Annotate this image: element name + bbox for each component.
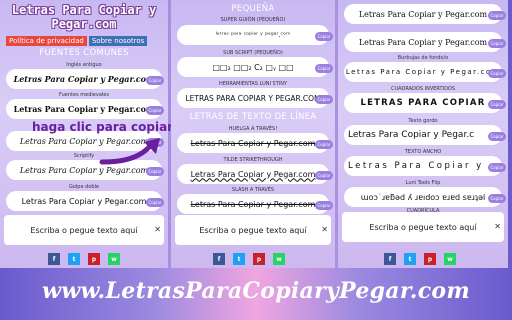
section-heading: FUENTES COMUNES [39, 48, 129, 58]
copy-button[interactable]: Copiar [146, 167, 164, 176]
font-card-bubbles[interactable]: Letras Para Copiar y Pegar.com [344, 62, 502, 82]
twitter-icon[interactable]: t [404, 253, 416, 265]
font-label: SLASH A TRAVÉS [231, 187, 275, 193]
screenshot-panel-left: Letras Para Copiar y Pegar.com Política … [0, 0, 168, 268]
nav-bar: Política de privacidad Sobre nosotros [6, 36, 148, 46]
section-heading: LETRAS DE TEXTO DE LÍNEA [189, 112, 317, 122]
font-label: Golpe doble [68, 184, 100, 190]
pinterest-icon[interactable]: p [88, 253, 100, 265]
font-card-fat-text[interactable]: Letras Para Copiar y Pegar.c [344, 125, 502, 145]
copy-button[interactable]: Copiar [315, 171, 333, 180]
font-card-serif[interactable]: Letras Para Copiar y Pegar.com [344, 4, 502, 24]
input-placeholder: Escriba o pegue texto aquí [199, 225, 307, 235]
font-label: SUPER GUIÓN (PEQUEÑO) [220, 17, 286, 23]
font-label: Luni Tools Flip [405, 180, 441, 186]
site-title-line2: Pegar.com [51, 17, 117, 31]
about-link[interactable]: Sobre nosotros [88, 36, 148, 46]
copy-button[interactable]: Copiar [315, 95, 333, 104]
copy-button[interactable]: Copiar [488, 163, 506, 172]
pinterest-icon[interactable]: p [253, 253, 265, 265]
copy-button[interactable]: Copiar [315, 32, 333, 41]
font-label: TILDE STRIKETHROUGH [223, 157, 283, 163]
text-input[interactable]: Escriba o pegue texto aquí ✕ [4, 215, 164, 245]
close-icon[interactable]: ✕ [321, 225, 328, 234]
font-card-flip[interactable]: ɯoɔ˙ɹɐƃǝd ʎ ɹɐıdoɔ ɐɹɐd sɐɹʇǝl [344, 187, 502, 207]
font-card-inverted-squares[interactable]: LETRAS PARA COPIAR [344, 93, 502, 113]
font-card-serif-2[interactable]: Letras Para Copiar y Pegar.com [344, 32, 502, 52]
facebook-icon[interactable]: f [213, 253, 225, 265]
input-placeholder: Escriba o pegue texto aquí [30, 225, 138, 235]
font-label: HERRAMIENTAS LUNI STINY [218, 81, 288, 87]
copy-hint: haga clic para copiar [32, 120, 174, 134]
share-bar: f t p w [384, 253, 456, 265]
copy-button[interactable]: Copiar [488, 11, 506, 20]
whatsapp-icon[interactable]: w [444, 253, 456, 265]
site-title-line1: Letras Para Copiar y [11, 3, 157, 17]
copy-button[interactable]: Copiar [146, 198, 164, 207]
copy-button[interactable]: Copiar [146, 106, 164, 115]
font-card-old-english[interactable]: Letras Para Copiar y Pegar.com [6, 69, 162, 89]
section-heading: PEQUEÑA [231, 4, 275, 14]
close-icon[interactable]: ✕ [494, 222, 501, 231]
font-label: Fuentes medievales [59, 92, 109, 98]
share-bar: f t p w [213, 253, 285, 265]
share-bar: f t p w [48, 253, 120, 265]
whatsapp-icon[interactable]: w [273, 253, 285, 265]
pinterest-icon[interactable]: p [424, 253, 436, 265]
font-card-slash[interactable]: Letras Para Copiar y Pegar.com [177, 194, 329, 214]
font-card-double-strike[interactable]: Letras Para Copiar y Pegar.com [6, 191, 162, 211]
font-card-superscript[interactable]: ˡᵉᵗʳᵃˢ ᵖᵃʳᵃ ᶜᵒᵖⁱᵃʳ ʸ ᵖᵉᵍᵃʳ.ᶜᵒᵐ [177, 25, 329, 45]
font-label: Inglés antiguo [66, 62, 102, 68]
copy-button[interactable]: Copiar [488, 69, 506, 78]
copy-button[interactable]: Copiar [315, 64, 333, 73]
text-input[interactable]: Escriba o pegue texto aquí ✕ [342, 212, 504, 242]
copy-button[interactable]: Copiar [146, 76, 164, 85]
font-card-subscript[interactable]: □□₂ □□₂ C₂ □ᵧ □□ [177, 57, 329, 77]
twitter-icon[interactable]: t [233, 253, 245, 265]
copy-button[interactable]: Copiar [488, 100, 506, 109]
facebook-icon[interactable]: f [48, 253, 60, 265]
font-label: TEXTO ANCHO [404, 149, 442, 155]
font-card-tilde[interactable]: Letras Para Copiar y Pegar.com [177, 164, 329, 184]
close-icon[interactable]: ✕ [154, 225, 161, 234]
copy-button[interactable]: Copiar [488, 132, 506, 141]
font-label: Burbujas de fondo/o [397, 55, 449, 61]
screenshot-panel-middle: PEQUEÑA SUPER GUIÓN (PEQUEÑO) ˡᵉᵗʳᵃˢ ᵖᵃʳ… [171, 0, 335, 268]
font-label: SUB SCRIPT (PEQUEÑO) [223, 50, 283, 56]
copy-button[interactable]: Copiar [488, 194, 506, 203]
text-input[interactable]: Escriba o pegue texto aquí ✕ [175, 215, 331, 245]
copy-button[interactable]: Copiar [315, 201, 333, 210]
copy-button[interactable]: Copiar [488, 39, 506, 48]
website-url: www.LetrasParaCopiaryPegar.com [42, 278, 470, 304]
hint-arrow-icon [99, 138, 160, 165]
input-placeholder: Escriba o pegue texto aquí [369, 222, 477, 232]
facebook-icon[interactable]: f [384, 253, 396, 265]
font-label: Texto gordo [408, 118, 438, 124]
font-card-wide-text[interactable]: Letras Para Copiar y [344, 156, 502, 176]
font-label: CUADRADOS INVERTIDOS [390, 86, 456, 92]
twitter-icon[interactable]: t [68, 253, 80, 265]
privacy-link[interactable]: Política de privacidad [6, 36, 87, 46]
font-card-strikethrough[interactable]: Letras Para Copiar y Pegar.com [177, 133, 329, 153]
font-card-small-caps[interactable]: LETRAS PARA COPIAR Y PEGAR.COM [177, 88, 329, 108]
font-label: HUELGA A TRAVÉS! [228, 126, 278, 132]
whatsapp-icon[interactable]: w [108, 253, 120, 265]
screenshot-panel-right: Letras Para Copiar y Pegar.com Copiar Le… [338, 0, 508, 268]
copy-button[interactable]: Copiar [315, 140, 333, 149]
font-card-medieval[interactable]: Letras Para Copiar y Pegar.com [6, 99, 162, 119]
